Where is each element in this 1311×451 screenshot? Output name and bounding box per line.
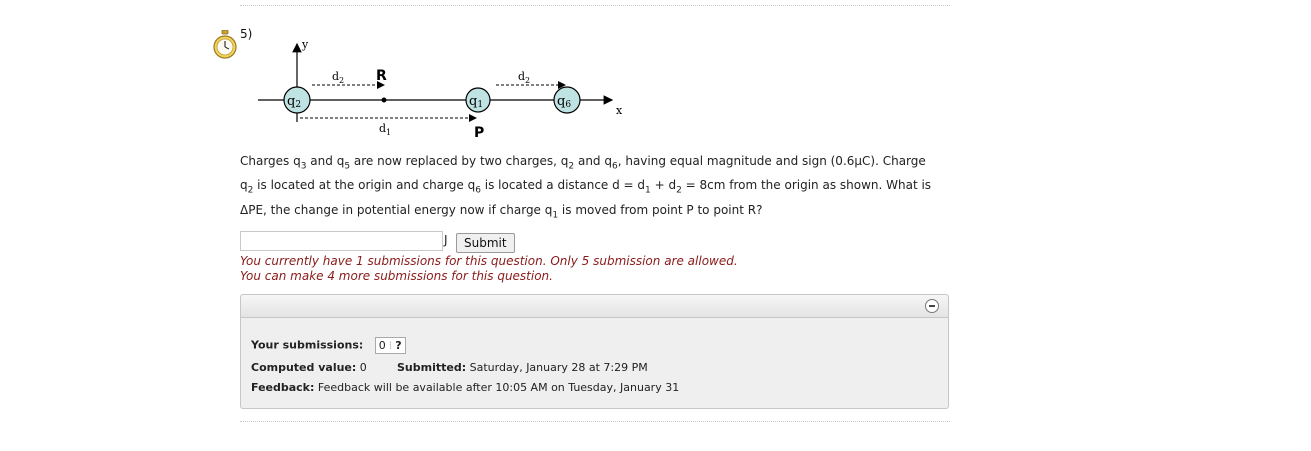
your-submissions-label: Your submissions: <box>251 338 364 352</box>
feedback-value: Feedback will be available after 10:05 A… <box>317 381 680 394</box>
collapse-icon[interactable] <box>925 299 939 313</box>
feedback-row: Feedback: Feedback will be available aft… <box>251 381 679 394</box>
bottom-divider <box>240 421 950 422</box>
submit-button[interactable]: Submit <box>456 233 515 253</box>
computed-label: Computed value: <box>251 361 357 374</box>
panel-header <box>241 295 948 318</box>
d1-label: d1 <box>379 122 391 137</box>
feedback-label: Feedback: <box>251 381 315 394</box>
d2-left-label: d2 <box>332 70 344 85</box>
point-r-label: R <box>376 68 387 84</box>
question-text: Charges q3 and q5 are now replaced by tw… <box>240 154 932 221</box>
submitted-value: Saturday, January 28 at 7:29 PM <box>469 361 648 374</box>
remaining-submissions-message: You can make 4 more submissions for this… <box>240 269 553 283</box>
submitted-label: Submitted: <box>397 361 467 374</box>
x-axis-label: x <box>616 104 623 117</box>
submission-entry[interactable]: 0 ⁞? <box>374 337 406 354</box>
answer-input[interactable] <box>240 231 443 251</box>
submission-status-icon: ? <box>395 339 402 352</box>
y-axis-label: y <box>301 38 309 51</box>
unit-label: J <box>444 233 448 247</box>
submission-count-message: You currently have 1 submissions for thi… <box>240 254 738 268</box>
submitted-row: Submitted: Saturday, January 28 at 7:29 … <box>397 361 648 374</box>
d2-right-label: d2 <box>518 70 530 85</box>
submission-value: 0 <box>378 339 386 352</box>
charge-diagram: y x d2 d2 d1 R P q2 q1 q6 <box>258 38 623 141</box>
computed-value-row: Computed value: 0 <box>251 361 367 374</box>
point-r-dot <box>381 97 387 103</box>
computed-value: 0 <box>359 361 367 374</box>
point-p-label: P <box>474 125 484 141</box>
submissions-panel: Your submissions: 0 ⁞? Computed value: 0 … <box>240 294 949 409</box>
your-submissions-row: Your submissions: 0 ⁞? <box>251 337 406 354</box>
